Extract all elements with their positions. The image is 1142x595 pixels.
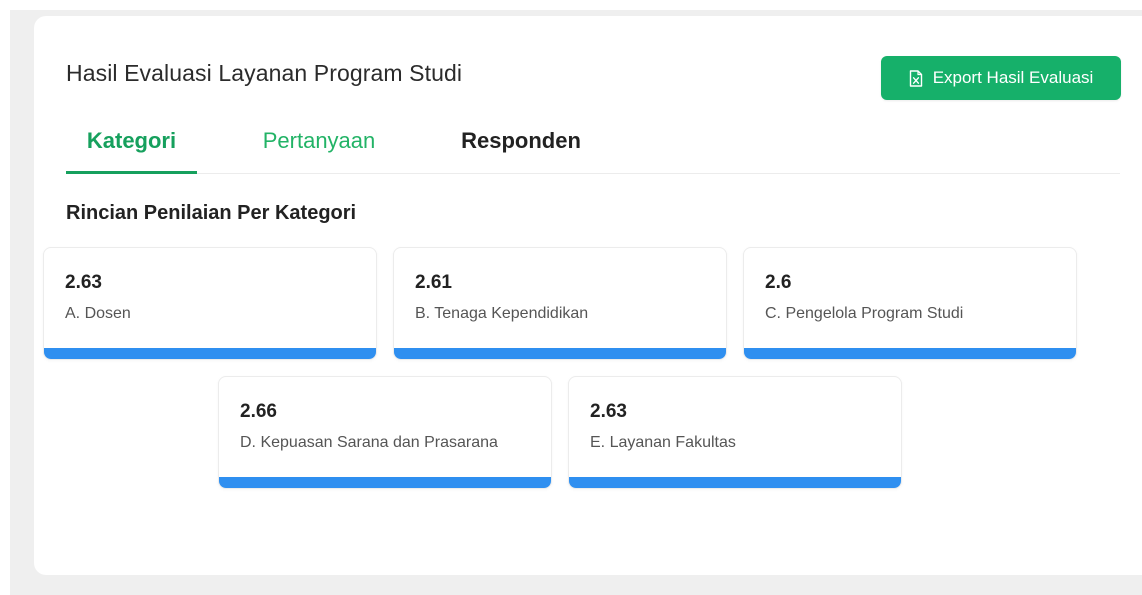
tab-bar: Kategori Pertanyaan Responden [66,122,1120,174]
category-label: A. Dosen [65,305,131,322]
category-score: 2.6 [765,272,792,293]
category-score: 2.63 [590,401,627,422]
category-label: B. Tenaga Kependidikan [415,305,589,322]
category-accent-bar [44,348,376,359]
category-label: D. Kepuasan Sarana dan Prasarana [240,434,498,451]
category-label: E. Layanan Fakultas [590,434,736,451]
active-tab-indicator [66,171,197,174]
tab-pertanyaan[interactable]: Pertanyaan [239,128,399,173]
category-accent-bar [744,348,1076,359]
category-score: 2.61 [415,272,452,293]
category-accent-bar [219,477,551,488]
category-accent-bar [569,477,901,488]
excel-file-icon [909,69,923,87]
category-score: 2.63 [65,272,102,293]
tab-responden[interactable]: Responden [441,128,601,173]
category-card: 2.61 B. Tenaga Kependidikan [393,247,727,360]
category-card: 2.63 A. Dosen [43,247,377,360]
category-card: 2.63 E. Layanan Fakultas [568,376,902,489]
category-card: 2.66 D. Kepuasan Sarana dan Prasarana [218,376,552,489]
section-title: Rincian Penilaian Per Kategori [66,202,357,224]
category-accent-bar [394,348,726,359]
category-card: 2.6 C. Pengelola Program Studi [743,247,1077,360]
export-button-label: Export Hasil Evaluasi [932,68,1094,87]
tab-kategori[interactable]: Kategori [66,128,197,173]
category-score: 2.66 [240,401,277,422]
page-title: Hasil Evaluasi Layanan Program Studi [66,60,463,86]
export-button[interactable]: Export Hasil Evaluasi [881,56,1121,100]
category-label: C. Pengelola Program Studi [765,305,964,322]
